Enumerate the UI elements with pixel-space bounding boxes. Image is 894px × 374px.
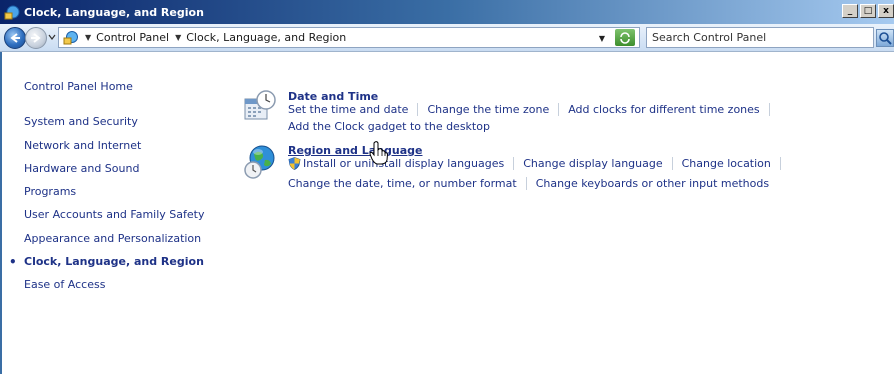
sidebar-item-network-internet[interactable]: Network and Internet bbox=[24, 139, 224, 162]
date-time-tasks-row2: Add the Clock gadget to the desktop bbox=[288, 120, 490, 133]
sidebar-item-clock-language-region: • Clock, Language, and Region bbox=[9, 255, 224, 278]
left-navigation: Control Panel Home System and Security N… bbox=[9, 80, 224, 302]
sidebar-item-control-panel-home[interactable]: Control Panel Home bbox=[24, 80, 224, 103]
forward-button[interactable] bbox=[25, 27, 47, 49]
link-divider bbox=[558, 103, 560, 116]
add-clock-gadget-link[interactable]: Add the Clock gadget to the desktop bbox=[288, 120, 490, 133]
address-dropdown-icon[interactable]: ▼ bbox=[599, 34, 605, 43]
change-location-link[interactable]: Change location bbox=[682, 157, 771, 170]
install-uninstall-languages-link[interactable]: Install or uninstall display languages bbox=[303, 157, 504, 170]
date-time-icon[interactable] bbox=[243, 89, 277, 126]
change-display-language-link[interactable]: Change display language bbox=[523, 157, 662, 170]
hand-cursor-icon bbox=[369, 141, 389, 165]
region-language-globe-icon[interactable] bbox=[243, 144, 277, 183]
current-item-bullet: • bbox=[9, 255, 17, 270]
navigation-bar: ▼ Control Panel ▼ Clock, Language, and R… bbox=[0, 24, 894, 52]
sidebar-item-programs[interactable]: Programs bbox=[24, 185, 224, 208]
date-time-heading[interactable]: Date and Time bbox=[288, 90, 378, 103]
search-icon[interactable] bbox=[876, 29, 894, 47]
add-clocks-link[interactable]: Add clocks for different time zones bbox=[568, 103, 759, 116]
minimize-button[interactable]: _ bbox=[842, 4, 858, 18]
breadcrumb-control-panel[interactable]: Control Panel bbox=[96, 31, 169, 44]
change-keyboards-link[interactable]: Change keyboards or other input methods bbox=[536, 177, 769, 190]
change-time-zone-link[interactable]: Change the time zone bbox=[427, 103, 549, 116]
link-divider bbox=[779, 157, 781, 170]
set-time-date-link[interactable]: Set the time and date bbox=[288, 103, 408, 116]
link-divider bbox=[513, 157, 515, 170]
sidebar-item-ease-of-access[interactable]: Ease of Access bbox=[24, 278, 224, 301]
window-frame-left bbox=[0, 52, 2, 374]
link-divider bbox=[768, 103, 770, 116]
sidebar-item-hardware-sound[interactable]: Hardware and Sound bbox=[24, 162, 224, 185]
breadcrumb-current[interactable]: Clock, Language, and Region bbox=[186, 31, 346, 44]
region-language-tasks-row2: Change the date, time, or number format … bbox=[288, 177, 769, 190]
refresh-icon bbox=[620, 31, 630, 44]
back-arrow-icon bbox=[10, 33, 20, 43]
breadcrumb-separator-icon[interactable]: ▼ bbox=[85, 33, 91, 42]
sidebar-item-label: Clock, Language, and Region bbox=[24, 255, 204, 269]
region-language-tasks-row1: Install or uninstall display languages C… bbox=[288, 157, 790, 170]
address-bar[interactable]: ▼ Control Panel ▼ Clock, Language, and R… bbox=[58, 27, 640, 48]
window-title: Clock, Language, and Region bbox=[24, 5, 204, 19]
recent-pages-chevron-icon[interactable] bbox=[48, 33, 56, 41]
date-time-tasks-row1: Set the time and date Change the time zo… bbox=[288, 103, 779, 116]
search-placeholder: Search Control Panel bbox=[652, 31, 767, 44]
uac-shield-icon bbox=[288, 157, 301, 170]
refresh-button[interactable] bbox=[615, 29, 635, 46]
forward-arrow-icon bbox=[31, 33, 41, 43]
control-panel-icon bbox=[63, 30, 78, 44]
region-language-heading[interactable]: Region and Language bbox=[288, 144, 422, 157]
control-panel-icon bbox=[4, 4, 20, 20]
sidebar-item-user-accounts[interactable]: User Accounts and Family Safety bbox=[24, 208, 224, 231]
link-divider bbox=[417, 103, 419, 116]
sidebar-item-appearance[interactable]: Appearance and Personalization bbox=[24, 232, 224, 255]
search-input[interactable]: Search Control Panel bbox=[646, 27, 874, 48]
back-button[interactable] bbox=[4, 27, 26, 49]
sidebar-item-system-security[interactable]: System and Security bbox=[24, 115, 224, 138]
maximize-button[interactable]: □ bbox=[860, 4, 876, 18]
link-divider bbox=[525, 177, 527, 190]
title-bar: Clock, Language, and Region _ □ x bbox=[0, 0, 894, 24]
link-divider bbox=[671, 157, 673, 170]
change-date-time-number-format-link[interactable]: Change the date, time, or number format bbox=[288, 177, 517, 190]
breadcrumb-separator-icon[interactable]: ▼ bbox=[175, 33, 181, 42]
window-controls: _ □ x bbox=[840, 4, 894, 18]
close-button[interactable]: x bbox=[878, 4, 894, 18]
